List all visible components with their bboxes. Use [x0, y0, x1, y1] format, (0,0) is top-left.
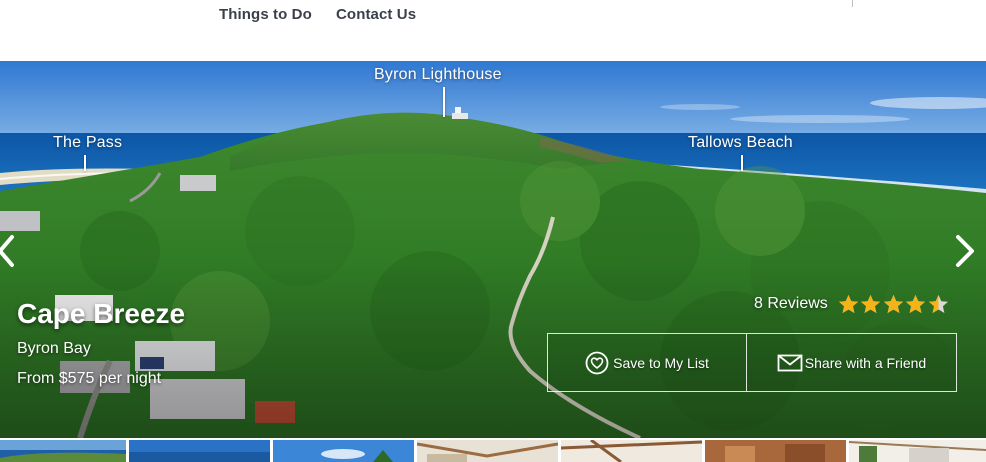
- envelope-icon: [777, 354, 803, 371]
- nav-things-to-do[interactable]: Things to Do: [219, 6, 312, 23]
- nav-divider: [852, 0, 853, 7]
- star-icon: [861, 295, 881, 313]
- landmark-label-pass: The Pass: [53, 134, 123, 151]
- thumbnail-4[interactable]: [417, 440, 558, 462]
- carousel-next-button[interactable]: [950, 231, 980, 271]
- thumbnail-1[interactable]: [0, 440, 126, 462]
- top-navigation: Things to Do Contact Us: [0, 0, 986, 61]
- property-price: From $575 per night: [17, 370, 162, 387]
- property-location: Byron Bay: [17, 340, 91, 357]
- thumbnail-2[interactable]: [129, 440, 270, 462]
- landmark-label-lighthouse: Byron Lighthouse: [374, 66, 502, 83]
- thumbnail-strip: [0, 438, 986, 462]
- nav-contact-us[interactable]: Contact Us: [336, 6, 416, 23]
- save-to-list-button[interactable]: Save to My List: [547, 333, 747, 392]
- hero-carousel: Byron Lighthouse The Pass Tallows Beach …: [0, 61, 986, 438]
- property-name: Cape Breeze: [17, 298, 186, 329]
- reviews-link[interactable]: 8 Reviews: [754, 295, 828, 313]
- landmark-pointer-tallows: [741, 155, 743, 171]
- landmark-label-tallows: Tallows Beach: [688, 134, 793, 151]
- share-button-label: Share with a Friend: [804, 354, 927, 371]
- star-icon: [838, 295, 858, 313]
- thumbnail-7[interactable]: [849, 440, 986, 462]
- reviews-summary: 8 Reviews: [754, 293, 950, 315]
- landmark-pointer-pass: [84, 155, 86, 171]
- star-icon: [883, 295, 903, 313]
- share-with-friend-button[interactable]: Share with a Friend: [747, 333, 957, 392]
- carousel-prev-button[interactable]: [0, 231, 24, 271]
- chevron-left-icon: [0, 235, 14, 267]
- thumbnail-3[interactable]: [273, 440, 414, 462]
- thumbnail-5[interactable]: [561, 440, 702, 462]
- heart-icon: [585, 351, 609, 374]
- star-icon: [928, 295, 948, 313]
- landmark-pointer-lighthouse: [443, 87, 445, 117]
- thumbnail-6[interactable]: [705, 440, 846, 462]
- chevron-right-icon: [956, 235, 974, 267]
- star-icon: [906, 295, 926, 313]
- save-button-label: Save to My List: [613, 354, 709, 371]
- star-rating: [838, 294, 951, 314]
